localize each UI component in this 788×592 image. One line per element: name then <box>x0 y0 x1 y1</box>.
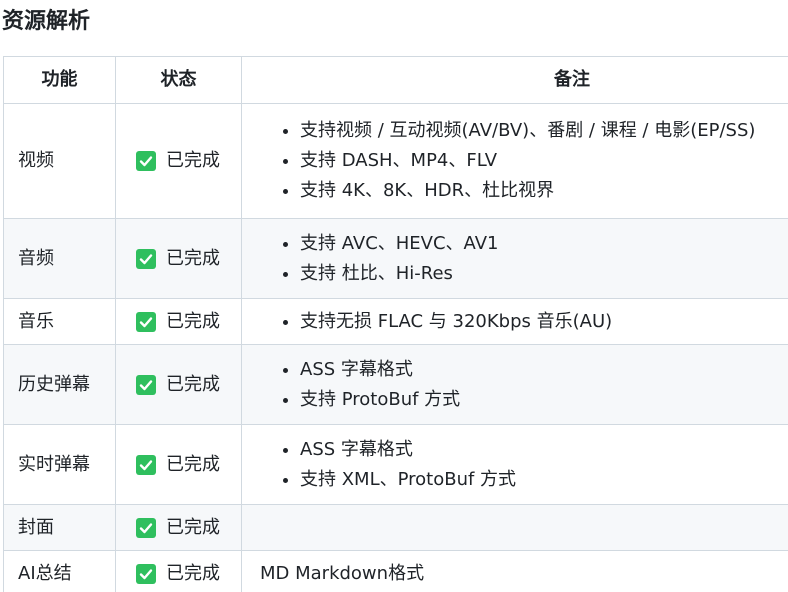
notes-list: 支持 AVC、HEVC、AV1 支持 杜比、Hi-Res <box>256 231 788 287</box>
table-row: 音乐 已完成 支持无损 FLAC 与 320Kbps 音乐(AU) <box>3 298 788 345</box>
status-cell: 已完成 <box>115 103 242 219</box>
status-text: 已完成 <box>166 373 220 395</box>
check-box-icon <box>136 454 156 475</box>
status-badge: 已完成 <box>130 515 227 541</box>
check-box-icon <box>136 151 156 171</box>
status-text: 已完成 <box>166 453 220 475</box>
status-text: 已完成 <box>166 562 220 584</box>
list-item: ASS 字幕格式 <box>300 357 788 383</box>
status-text: 已完成 <box>166 310 220 332</box>
header-feature: 功能 <box>3 56 116 104</box>
list-item: 支持 DASH、MP4、FLV <box>300 148 788 174</box>
table-row: 历史弹幕 已完成 ASS 字幕格式 支持 ProtoBuf 方式 <box>3 344 788 425</box>
header-notes: 备注 <box>241 56 788 104</box>
feature-cell: AI总结 <box>3 550 116 592</box>
table-row: 实时弹幕 已完成 ASS 字幕格式 支持 XML、ProtoBuf 方式 <box>3 424 788 505</box>
notes-cell: MD Markdown格式 <box>241 550 788 592</box>
table-row: AI总结 已完成 MD Markdown格式 <box>3 550 788 592</box>
status-badge: 已完成 <box>130 148 227 174</box>
status-cell: 已完成 <box>115 298 242 345</box>
feature-cell: 音频 <box>3 218 116 299</box>
status-badge: 已完成 <box>130 561 227 587</box>
status-cell: 已完成 <box>115 218 242 299</box>
list-item: 支持 杜比、Hi-Res <box>300 261 788 287</box>
feature-cell: 音乐 <box>3 298 116 345</box>
feature-table: 功能 状态 备注 视频 已完成 支持视频 <box>3 56 788 592</box>
table-row: 音频 已完成 支持 AVC、HEVC、AV1 支持 杜比、Hi-Res <box>3 218 788 299</box>
status-cell: 已完成 <box>115 504 242 551</box>
notes-cell <box>241 504 788 551</box>
notes-cell: ASS 字幕格式 支持 ProtoBuf 方式 <box>241 344 788 425</box>
notes-list: 支持视频 / 互动视频(AV/BV)、番剧 / 课程 / 电影(EP/SS) 支… <box>256 118 788 204</box>
status-text: 已完成 <box>166 516 220 538</box>
list-item: 支持视频 / 互动视频(AV/BV)、番剧 / 课程 / 电影(EP/SS) <box>300 118 788 144</box>
list-item: 支持无损 FLAC 与 320Kbps 音乐(AU) <box>300 309 788 335</box>
status-cell: 已完成 <box>115 344 242 425</box>
section-heading: 资源解析 <box>2 9 91 34</box>
notes-cell: ASS 字幕格式 支持 XML、ProtoBuf 方式 <box>241 424 788 505</box>
feature-cell: 封面 <box>3 504 116 551</box>
list-item: ASS 字幕格式 <box>300 437 788 463</box>
notes-list: 支持无损 FLAC 与 320Kbps 音乐(AU) <box>256 309 788 335</box>
notes-cell: 支持视频 / 互动视频(AV/BV)、番剧 / 课程 / 电影(EP/SS) 支… <box>241 103 788 219</box>
status-badge: 已完成 <box>130 246 227 272</box>
header-status: 状态 <box>115 56 242 104</box>
status-text: 已完成 <box>166 150 220 171</box>
status-badge: 已完成 <box>130 309 227 335</box>
status-cell: 已完成 <box>115 424 242 505</box>
status-badge: 已完成 <box>130 452 227 478</box>
feature-cell: 实时弹幕 <box>3 424 116 505</box>
list-item: 支持 4K、8K、HDR、杜比视界 <box>300 178 788 204</box>
table-row: 封面 已完成 <box>3 504 788 551</box>
feature-cell: 历史弹幕 <box>3 344 116 425</box>
notes-cell: 支持 AVC、HEVC、AV1 支持 杜比、Hi-Res <box>241 218 788 299</box>
check-box-icon <box>136 311 156 332</box>
status-badge: 已完成 <box>130 372 227 398</box>
check-box-icon <box>136 563 156 584</box>
check-box-icon <box>136 517 156 538</box>
table-header-row: 功能 状态 备注 <box>3 56 788 104</box>
notes-list: ASS 字幕格式 支持 XML、ProtoBuf 方式 <box>256 437 788 493</box>
note-text: MD Markdown格式 <box>260 562 425 584</box>
feature-cell: 视频 <box>3 103 116 219</box>
status-cell: 已完成 <box>115 550 242 592</box>
notes-cell: 支持无损 FLAC 与 320Kbps 音乐(AU) <box>241 298 788 345</box>
list-item: 支持 AVC、HEVC、AV1 <box>300 231 788 257</box>
status-text: 已完成 <box>166 247 220 269</box>
check-box-icon <box>136 248 156 269</box>
check-box-icon <box>136 374 156 395</box>
list-item: 支持 ProtoBuf 方式 <box>300 387 788 413</box>
list-item: 支持 XML、ProtoBuf 方式 <box>300 467 788 493</box>
notes-list: ASS 字幕格式 支持 ProtoBuf 方式 <box>256 357 788 413</box>
page: 资源解析 功能 状态 备注 视频 已完成 • 支持视频 / 互动视频(AV/BV… <box>0 0 788 592</box>
table-row: 视频 已完成 支持视频 / 互动视频(AV/BV)、番剧 / 课程 / 电影(E… <box>3 103 788 219</box>
